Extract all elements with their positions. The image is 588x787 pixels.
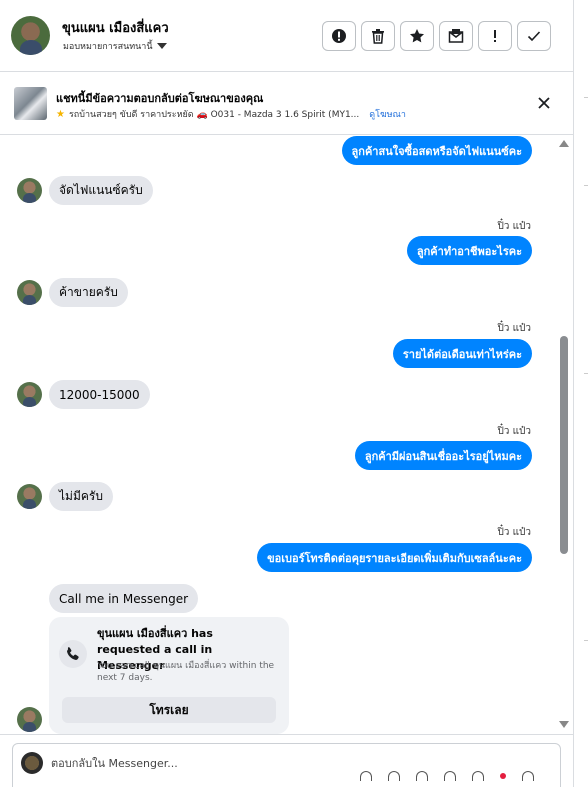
incoming-message[interactable]: ค้าขายครับ [49,278,128,307]
outgoing-message[interactable]: ลูกค้าทำอาชีพอะไรคะ [406,236,532,265]
sender-name: ปิ๋ว แป๋ว [497,221,531,232]
important-icon [494,30,496,42]
customer-avatar [17,484,42,509]
assign-label: มอบหมายการสนทนานี้ [63,42,153,52]
ad-context-subtitle: ★ รถบ้านสวยๆ ขับดี ราคาประหยัด 🚗 O031 - … [56,107,406,121]
incoming-message[interactable]: ไม่มีครับ [49,482,113,511]
incoming-message[interactable]: จัดไฟแนนซ์ครับ [49,176,153,205]
contact-avatar[interactable] [11,16,50,55]
done-icon [527,31,541,42]
outgoing-message[interactable]: ลูกค้าสนใจซื้อสดหรือจัดไฟแนนซ์คะ [341,136,532,165]
sender-name: ปิ๋ว แป๋ว [497,527,531,538]
scroll-up-icon[interactable] [559,140,569,147]
phone-icon [59,640,87,668]
composer-tools [360,771,534,781]
ad-thumbnail[interactable] [14,87,47,120]
outgoing-message[interactable]: ขอเบอร์โทรติดต่อคุยรายละเอียดเพิ่มเติมกั… [257,543,532,572]
spam-icon [332,29,346,43]
outgoing-message[interactable]: รายได้ต่อเดือนเท่าไหร่คะ [392,339,532,368]
star-emoji-icon: ★ [56,108,65,120]
gif-icon[interactable] [416,771,428,781]
image-icon[interactable] [444,771,456,781]
trash-icon [372,29,384,44]
assign-conversation-dropdown[interactable]: มอบหมายการสนทนานี้ [63,39,167,53]
contact-name[interactable]: ขุนแผน เมืองสี่แคว [62,17,169,38]
call-request-card: ขุนแผน เมืองสี่แคว has requested a call … [49,617,289,734]
customer-avatar [17,178,42,203]
caret-down-icon [156,43,167,49]
customer-avatar [17,280,42,305]
view-ad-link[interactable]: ดูโฆษณา [369,107,406,121]
done-button[interactable] [517,21,551,51]
saved-reply-icon[interactable] [472,771,484,781]
outgoing-message[interactable]: ลูกค้ามีผ่อนสินเชื่ออะไรอยู่ไหมคะ [354,441,532,470]
sender-name: ปิ๋ว แป๋ว [497,323,531,334]
message-thread[interactable]: ลูกค้าสนใจซื้อสดหรือจัดไฟแนนซ์คะ จัดไฟแน… [0,136,560,734]
window-edge [573,0,588,787]
incoming-message[interactable]: Call me in Messenger [49,584,199,613]
conversation-header: ขุนแผน เมืองสี่แคว มอบหมายการสนทนานี้ [0,0,573,72]
reply-input[interactable] [51,755,451,771]
sender-name: ปิ๋ว แป๋ว [497,426,531,437]
attach-icon[interactable] [360,771,372,781]
ad-context-title: แชทนี้มีข้อความตอบกลับต่อโฆษณาของคุณ [56,92,264,105]
call-now-button[interactable]: โทรเลย [62,697,276,723]
header-actions [322,21,551,51]
star-icon [410,29,424,43]
important-button[interactable] [478,21,512,51]
ad-name: รถบ้านสวยๆ ขับดี ราคาประหยัด 🚗 O031 - Ma… [68,110,360,120]
scrollbar-thumb[interactable] [560,336,568,554]
spam-button[interactable] [322,21,356,51]
star-button[interactable] [400,21,434,51]
mark-unread-button[interactable] [439,21,473,51]
delete-button[interactable] [361,21,395,51]
notification-dot-icon [500,773,506,779]
mark-unread-icon [448,29,464,43]
close-icon[interactable] [536,95,552,111]
ad-context-bar: แชทนี้มีข้อความตอบกลับต่อโฆษณาของคุณ ★ ร… [0,73,573,135]
more-tools-icon[interactable] [522,771,534,781]
scroll-down-icon[interactable] [559,721,569,728]
call-request-body: You can call ขุนแผน เมืองสี่แคว within t… [97,661,275,683]
customer-avatar [17,382,42,407]
incoming-message[interactable]: 12000-15000 [49,380,150,409]
emoji-icon[interactable] [388,771,400,781]
customer-avatar [17,707,42,732]
reply-composer [0,734,573,787]
page-avatar [21,752,43,774]
